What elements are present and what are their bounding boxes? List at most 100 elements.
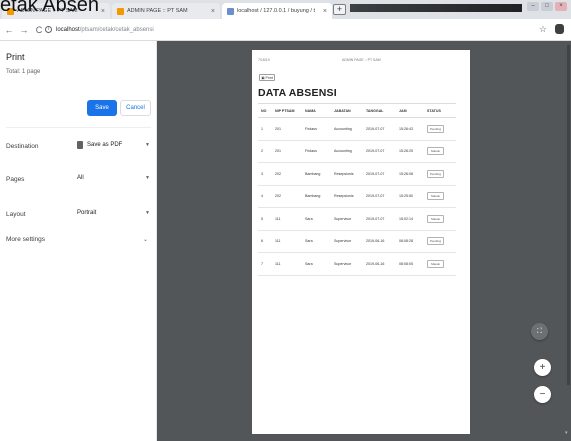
reload-icon[interactable]: C [33, 25, 45, 35]
status-button[interactable]: Masuk [427, 147, 444, 156]
cell-no: 4 [258, 185, 272, 208]
cell-tanggal: 2019-06-16 [363, 252, 396, 276]
col-tanggal: TANGGAL [363, 103, 396, 118]
cell-nip: 111 [272, 230, 302, 253]
destination-label: Destination [6, 143, 39, 150]
file-icon [77, 141, 83, 149]
page-header-date: 7/16/19 [258, 58, 270, 62]
table-row: 5 111 Sara Supervisor 2019-07-07 15:02:1… [258, 207, 456, 231]
attendance-table: NO NIP PTSAM NAMA JABATAN TANGGAL JAM ST… [258, 103, 456, 276]
status-button[interactable]: Pending [427, 237, 444, 246]
cell-jam: 15:26:25 [396, 140, 424, 163]
printer-icon: ▣ [261, 75, 265, 80]
tab-admin-2[interactable]: ADMIN PAGE :: PT SAM × [112, 3, 220, 19]
status-button[interactable]: Pending [427, 124, 444, 133]
cell-nama: Bambang [302, 162, 331, 186]
print-button-label: Print [265, 75, 273, 80]
status-button[interactable]: Masuk [427, 259, 444, 268]
page-header-title: ADMIN PAGE :: PT SAM [342, 58, 381, 62]
maximize-icon[interactable]: □ [541, 2, 553, 11]
cell-jabatan: Accounting [331, 117, 363, 141]
col-nama: NAMA [302, 103, 331, 118]
minimize-icon[interactable]: – [527, 2, 539, 11]
cell-jabatan: Supervisor [331, 252, 363, 276]
cell-nip: 201 [272, 117, 302, 141]
cell-nip: 202 [272, 162, 302, 186]
table-header-row: NO NIP PTSAM NAMA JABATAN TANGGAL JAM ST… [258, 103, 456, 118]
pages-label: Pages [6, 176, 25, 183]
caret-down-icon: ▼ [145, 142, 150, 148]
table-row: 6 111 Sara Supervisor 2019-06-16 08:08:2… [258, 230, 456, 253]
save-button[interactable]: Save [87, 100, 117, 116]
cell-tanggal: 2019-07-07 [363, 162, 396, 186]
preview-scrollbar[interactable] [567, 45, 570, 385]
destination-value: Save as PDF [87, 142, 123, 148]
cell-status: Masuk [424, 140, 456, 163]
tab-phpmyadmin[interactable]: localhost / 127.0.0.1 / buyung / t × [222, 3, 332, 19]
cell-tanggal: 2019-07-07 [363, 185, 396, 208]
col-status: STATUS [424, 103, 456, 118]
cell-no: 7 [258, 252, 272, 276]
cell-jam: 08:08:28 [396, 230, 424, 253]
window-close-icon[interactable]: × [555, 2, 567, 11]
cell-nama: Firdaus [302, 140, 331, 163]
layout-select[interactable]: Portrait ▼ [77, 206, 150, 220]
browser-toolbar: ← → C i localhost/ptsam/cetak/cetak_abse… [0, 19, 571, 41]
cell-nip: 111 [272, 207, 302, 231]
col-jabatan: JABATAN [331, 103, 363, 118]
col-no: NO [258, 103, 272, 118]
forward-arrow-icon[interactable]: → [18, 25, 30, 35]
print-title: Print [6, 52, 25, 62]
cell-jam: 15:02:14 [396, 207, 424, 231]
print-settings-panel: Print Total: 1 page Save Cancel Destinat… [0, 41, 157, 441]
col-nip: NIP PTSAM [272, 103, 302, 118]
chevron-down-icon[interactable]: ⌄ [143, 236, 148, 243]
cell-jabatan: Supervisor [331, 207, 363, 231]
caret-down-icon: ▼ [145, 175, 150, 181]
cell-no: 5 [258, 207, 272, 231]
close-icon[interactable]: × [211, 8, 215, 15]
cell-nama: Firdaus [302, 117, 331, 141]
address-bar[interactable]: i localhost/ptsam/cetak/cetak_absensi [45, 22, 535, 37]
table-row: 3 202 Bambang Resepsionis 2019-07-07 15:… [258, 162, 456, 186]
table-row: 4 202 Bambang Resepsionis 2019-07-07 15:… [258, 185, 456, 208]
cell-no: 6 [258, 230, 272, 253]
table-row: 2 201 Firdaus Accounting 2019-07-07 15:2… [258, 140, 456, 163]
pages-select[interactable]: All ▼ [77, 171, 150, 185]
cell-tanggal: 2019-06-16 [363, 230, 396, 253]
cell-tanggal: 2019-07-07 [363, 117, 396, 141]
cancel-button[interactable]: Cancel [120, 100, 151, 116]
bookmark-star-icon[interactable]: ☆ [539, 24, 547, 35]
page-title: DATA ABSENSI [258, 87, 337, 99]
caret-down-icon: ▼ [145, 210, 150, 216]
scroll-down-arrow-icon[interactable]: ▾ [565, 430, 568, 436]
info-icon[interactable]: i [45, 26, 52, 33]
extension-icon[interactable] [555, 24, 564, 34]
zoom-in-button[interactable]: + [534, 359, 551, 376]
fit-to-page-icon[interactable]: ⛶ [531, 323, 548, 340]
total-pages: Total: 1 page [6, 69, 41, 75]
new-tab-button[interactable]: + [333, 4, 346, 15]
cell-nama: Sara [302, 207, 331, 231]
cell-status: Pending [424, 230, 456, 253]
cell-nama: Bambang [302, 185, 331, 208]
status-button[interactable]: Masuk [427, 214, 444, 223]
cell-status: Masuk [424, 207, 456, 231]
cell-jabatan: Resepsionis [331, 185, 363, 208]
window-controls: – □ × [527, 2, 567, 11]
cell-no: 2 [258, 140, 272, 163]
back-arrow-icon[interactable]: ← [3, 25, 15, 35]
zoom-out-button[interactable]: − [534, 386, 551, 403]
status-button[interactable]: Masuk [427, 192, 444, 201]
caption-text: etak Absen [0, 0, 99, 16]
admin-favicon-icon [117, 7, 124, 15]
close-icon[interactable]: × [323, 8, 327, 15]
more-settings-label[interactable]: More settings [6, 236, 45, 243]
cell-tanggal: 2019-07-07 [363, 207, 396, 231]
destination-select[interactable]: Save as PDF ▼ [77, 138, 150, 152]
status-button[interactable]: Pending [427, 169, 444, 178]
table-row: 1 201 Firdaus Accounting 2019-07-07 15:2… [258, 117, 456, 141]
cell-tanggal: 2019-07-07 [363, 140, 396, 163]
close-icon[interactable]: × [101, 8, 105, 15]
cell-nama: Sara [302, 230, 331, 253]
